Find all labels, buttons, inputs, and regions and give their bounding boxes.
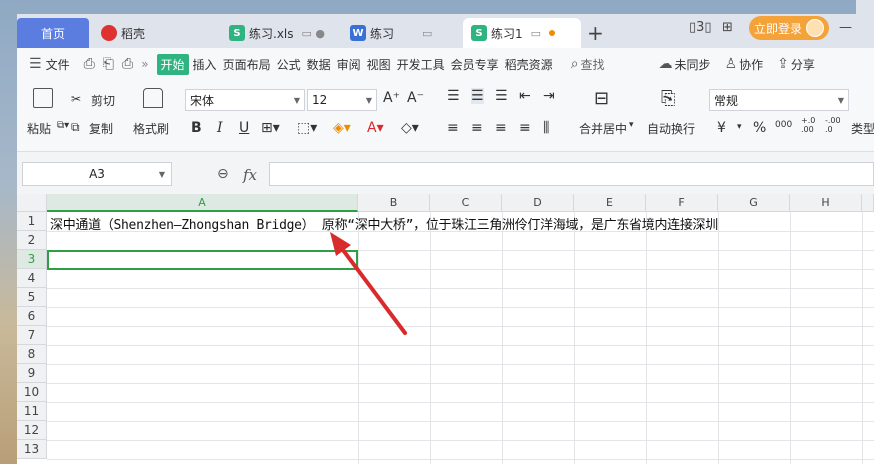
annotation-arrow bbox=[330, 232, 407, 335]
annotation-arrow-shaft bbox=[338, 244, 407, 335]
annotation-arrow-head bbox=[330, 232, 351, 256]
